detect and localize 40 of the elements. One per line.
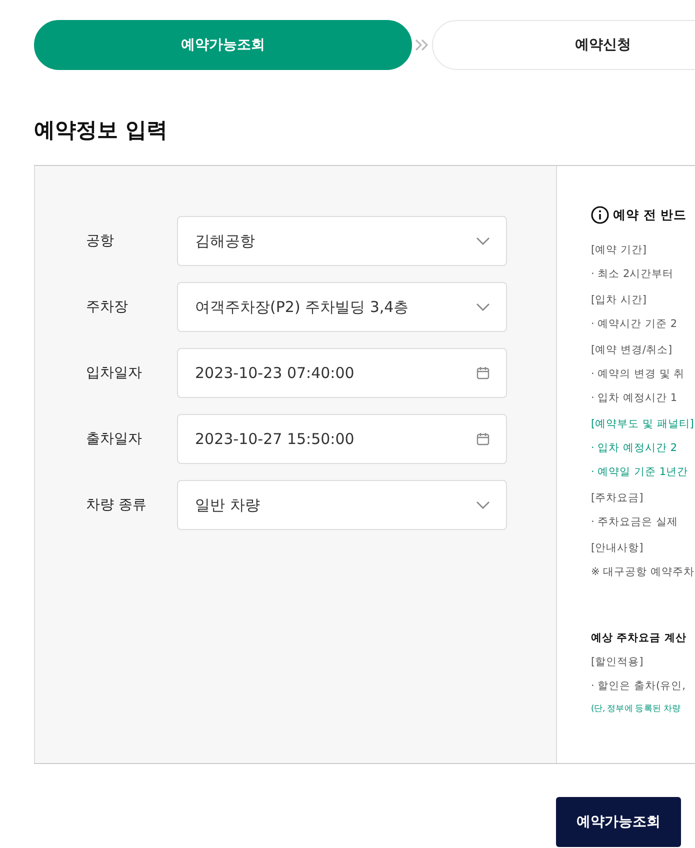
step-tab[interactable]: 예약가능조회: [34, 20, 412, 70]
select-field[interactable]: 여객주차장(P2) 주차빌딩 3,4층: [177, 282, 507, 332]
chevron-down-icon: [476, 501, 490, 509]
chevron-down-icon: [476, 237, 490, 245]
fee-heading: 예상 주차요금 계산: [591, 631, 688, 645]
date-field[interactable]: 2023-10-27 15:50:00: [177, 414, 507, 464]
notice-text: · 입차 예정시간 1: [591, 391, 678, 406]
notice-text: · 예약일 기준 1년간: [591, 465, 690, 480]
notice-subtitle: [입차 시간]: [591, 293, 648, 308]
search-button[interactable]: 예약가능조회: [556, 797, 681, 847]
notice-subtitle: [주차요금]: [591, 491, 644, 506]
step-tab[interactable]: 예약신청: [432, 20, 695, 70]
chevron-icon: [414, 37, 430, 53]
chevron-down-icon: [476, 303, 490, 311]
notice-heading: 예약 전 반드: [613, 206, 687, 224]
select-field[interactable]: 김해공항: [177, 216, 507, 266]
notice-subtitle: [예약부도 및 패널티]: [591, 417, 694, 432]
select-field[interactable]: 일반 차량: [177, 480, 507, 530]
notice-text: · 최소 2시간부터: [591, 267, 675, 282]
section-title: 예약정보 입력: [34, 117, 168, 144]
notice-subtitle: [안내사항]: [591, 541, 644, 556]
notice-subtitle: [예약 기간]: [591, 243, 648, 258]
notice-text: · 예약의 변경 및 취: [591, 367, 686, 382]
notice-subtitle: [할인적용]: [591, 655, 644, 670]
field-label: 공항: [85, 232, 115, 250]
notice-text: · 예약시간 기준 2: [591, 317, 678, 332]
info-icon: [591, 206, 609, 224]
notice-subtitle: [예약 변경/취소]: [591, 343, 674, 358]
footnote: (단, 정부에 등록된 차량: [591, 703, 682, 715]
notice-text: · 할인은 출차(유인,: [591, 679, 686, 694]
calendar-icon: [476, 432, 490, 446]
field-label: 출차일자: [85, 430, 143, 448]
notice-text: · 주차요금은 실제: [591, 515, 680, 530]
field-label: 주차장: [85, 298, 129, 316]
field-label: 입차일자: [85, 364, 143, 382]
notice-text: ※ 대구공항 예약주차: [591, 565, 694, 580]
date-field[interactable]: 2023-10-23 07:40:00: [177, 348, 507, 398]
notice-text: · 입차 예정시간 2: [591, 441, 678, 456]
calendar-icon: [476, 366, 490, 380]
field-label: 차량 종류: [85, 496, 148, 514]
